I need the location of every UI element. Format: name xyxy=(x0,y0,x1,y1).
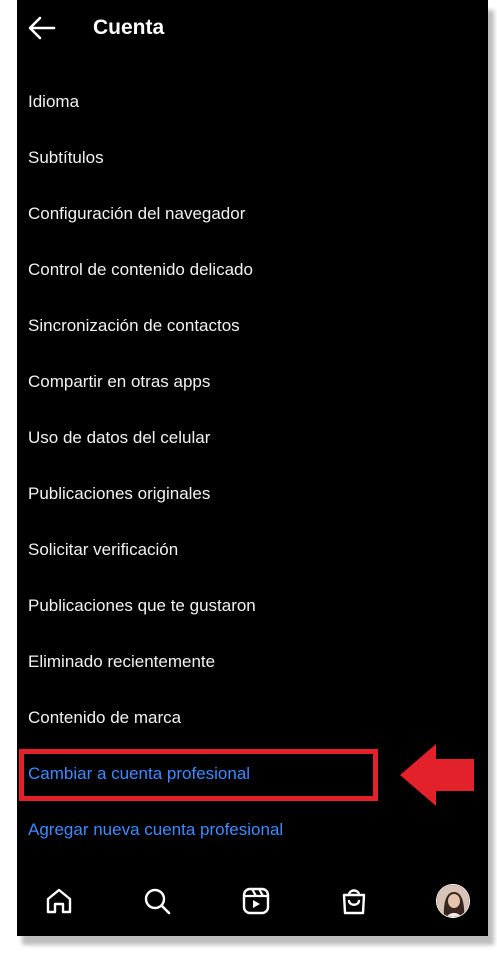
search-icon[interactable] xyxy=(142,886,172,916)
bottom-nav xyxy=(17,874,488,936)
shop-icon[interactable] xyxy=(339,886,369,916)
menu-item-subtitulos[interactable]: Subtítulos xyxy=(28,138,448,178)
menu-item-uso-datos[interactable]: Uso de datos del celular xyxy=(28,418,448,458)
menu-item-idioma[interactable]: Idioma xyxy=(28,82,448,122)
add-professional-account-link[interactable]: Agregar nueva cuenta profesional xyxy=(28,810,448,850)
menu-item-control-contenido[interactable]: Control de contenido delicado xyxy=(28,250,448,290)
red-arrow-icon xyxy=(400,744,474,806)
home-icon[interactable] xyxy=(44,886,74,916)
page-title: Cuenta xyxy=(93,16,165,39)
menu-item-contenido-marca[interactable]: Contenido de marca xyxy=(28,698,448,738)
menu-item-publicaciones-originales[interactable]: Publicaciones originales xyxy=(28,474,448,514)
menu-item-configuracion-navegador[interactable]: Configuración del navegador xyxy=(28,194,448,234)
arrow-left-icon[interactable] xyxy=(27,14,57,42)
profile-avatar[interactable] xyxy=(436,884,470,918)
menu-item-publicaciones-gustaron[interactable]: Publicaciones que te gustaron xyxy=(28,586,448,626)
menu-item-eliminado-recientemente[interactable]: Eliminado recientemente xyxy=(28,642,448,682)
screenshot-stage: Cuenta Idioma Subtítulos Configuración d… xyxy=(0,0,497,954)
reels-icon[interactable] xyxy=(241,886,271,916)
menu-item-compartir-apps[interactable]: Compartir en otras apps xyxy=(28,362,448,402)
profile-photo xyxy=(437,885,469,917)
header-bar: Cuenta xyxy=(17,0,488,60)
menu-item-sincronizacion-contactos[interactable]: Sincronización de contactos xyxy=(28,306,448,346)
highlight-box xyxy=(19,749,378,801)
menu-item-solicitar-verificacion[interactable]: Solicitar verificación xyxy=(28,530,448,570)
